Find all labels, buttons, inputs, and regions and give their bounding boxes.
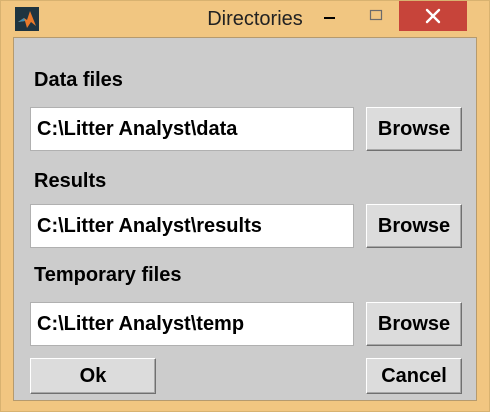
temporary-files-label: Temporary files (34, 264, 182, 286)
maximize-button[interactable] (353, 1, 399, 31)
results-path-field[interactable]: C:\Litter Analyst\results (30, 204, 354, 248)
browse-results-button[interactable]: Browse (366, 204, 462, 248)
close-button[interactable] (399, 1, 467, 31)
close-icon (425, 8, 441, 24)
cancel-button[interactable]: Cancel (366, 358, 462, 394)
maximize-icon (369, 9, 383, 21)
title-bar[interactable]: Directories (1, 1, 489, 37)
temporary-files-path-field[interactable]: C:\Litter Analyst\temp (30, 302, 354, 346)
browse-data-files-button[interactable]: Browse (366, 107, 462, 151)
minimize-icon (324, 17, 335, 19)
dialog-body: Data files C:\Litter Analyst\data Browse… (13, 37, 477, 401)
data-files-label: Data files (34, 69, 123, 91)
minimize-button[interactable] (307, 1, 353, 31)
results-label: Results (34, 170, 107, 192)
data-files-path-field[interactable]: C:\Litter Analyst\data (30, 107, 354, 151)
ok-button[interactable]: Ok (30, 358, 156, 394)
browse-temporary-files-button[interactable]: Browse (366, 302, 462, 346)
directories-window: Directories Data files C:\Litter Analyst… (0, 0, 490, 412)
